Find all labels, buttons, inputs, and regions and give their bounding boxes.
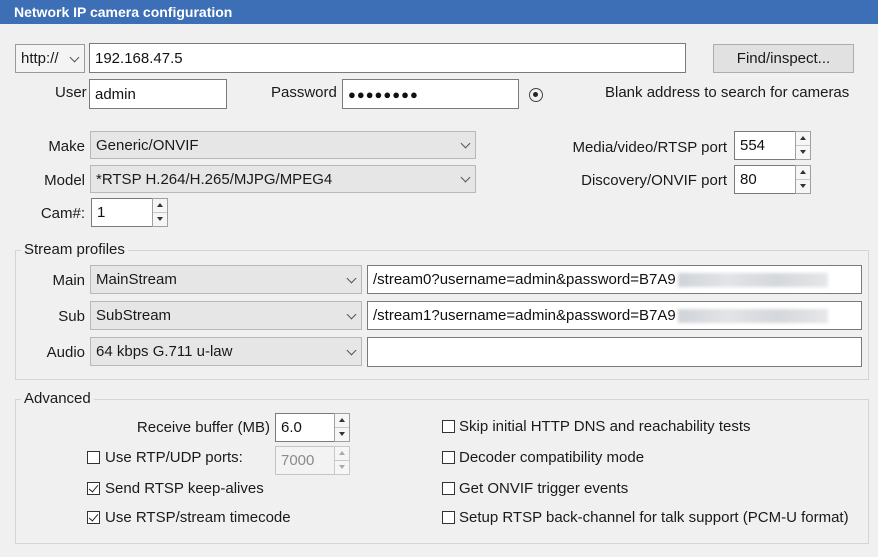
stepper-down-icon[interactable] xyxy=(153,213,167,227)
password-label: Password xyxy=(271,84,337,101)
stepper-down-icon[interactable] xyxy=(335,461,349,475)
protocol-value: http:// xyxy=(21,50,59,67)
skip-http-checkbox[interactable] xyxy=(442,420,455,433)
make-value: Generic/ONVIF xyxy=(96,136,199,154)
advanced-title: Advanced xyxy=(21,390,94,407)
chevron-down-icon xyxy=(346,309,357,319)
redacted-password xyxy=(677,272,828,287)
receive-buffer-input[interactable]: 6.0 xyxy=(275,413,335,442)
stepper-up-icon[interactable] xyxy=(796,132,810,146)
backchannel-label[interactable]: Setup RTSP back-channel for talk support… xyxy=(459,509,849,526)
timecode-label[interactable]: Use RTSP/stream timecode xyxy=(105,509,291,526)
backchannel-checkbox[interactable] xyxy=(442,511,455,524)
timecode-checkbox[interactable] xyxy=(87,511,100,524)
media-port-stepper[interactable] xyxy=(795,131,811,160)
discovery-port-input[interactable]: 80 xyxy=(734,165,796,194)
media-port-input[interactable]: 554 xyxy=(734,131,796,160)
redacted-password xyxy=(677,308,828,323)
model-value: *RTSP H.264/H.265/MJPG/MPEG4 xyxy=(96,170,333,188)
address-input[interactable]: 192.168.47.5 xyxy=(89,43,686,73)
chevron-down-icon xyxy=(346,273,357,283)
make-select[interactable]: Generic/ONVIF xyxy=(90,131,476,159)
decoder-compat-label[interactable]: Decoder compatibility mode xyxy=(459,449,644,466)
sub-profile-select[interactable]: SubStream xyxy=(90,301,362,330)
main-label: Main xyxy=(52,272,85,289)
chevron-down-icon xyxy=(460,172,471,183)
keepalive-label[interactable]: Send RTSP keep-alives xyxy=(105,480,264,497)
skip-http-label[interactable]: Skip initial HTTP DNS and reachability t… xyxy=(459,418,751,435)
model-select[interactable]: *RTSP H.264/H.265/MJPG/MPEG4 xyxy=(90,165,476,193)
keepalive-checkbox[interactable] xyxy=(87,482,100,495)
audio-path-input[interactable] xyxy=(367,337,862,367)
stream-profiles-title: Stream profiles xyxy=(21,241,128,258)
main-stream-path-input[interactable]: /stream0?username=admin&password=B7A9 xyxy=(367,265,862,294)
media-port-label: Media/video/RTSP port xyxy=(572,139,727,156)
main-profile-select[interactable]: MainStream xyxy=(90,265,362,294)
cam-number-stepper[interactable] xyxy=(152,198,168,227)
stepper-up-icon[interactable] xyxy=(796,166,810,180)
chevron-down-icon xyxy=(346,345,357,355)
stepper-up-icon[interactable] xyxy=(335,447,349,461)
sub-stream-path-input[interactable]: /stream1?username=admin&password=B7A9 xyxy=(367,301,862,330)
sub-profile-value: SubStream xyxy=(96,307,172,324)
discovery-port-stepper[interactable] xyxy=(795,165,811,194)
sub-label: Sub xyxy=(58,308,85,325)
onvif-events-label[interactable]: Get ONVIF trigger events xyxy=(459,480,628,497)
rtp-udp-checkbox[interactable] xyxy=(87,451,100,464)
decoder-compat-checkbox[interactable] xyxy=(442,451,455,464)
rtp-udp-label[interactable]: Use RTP/UDP ports: xyxy=(105,449,243,466)
user-label: User xyxy=(55,84,87,101)
cam-number-label: Cam#: xyxy=(40,205,85,222)
stepper-up-icon[interactable] xyxy=(153,199,167,213)
show-password-icon[interactable] xyxy=(529,88,543,102)
model-label: Model xyxy=(44,172,85,189)
user-input[interactable]: admin xyxy=(89,79,227,109)
protocol-select[interactable]: http:// xyxy=(15,44,85,73)
search-hint: Blank address to search for cameras xyxy=(605,84,850,101)
main-profile-value: MainStream xyxy=(96,271,177,288)
sub-stream-path: /stream1?username=admin&password=B7A9 xyxy=(373,307,676,324)
onvif-events-checkbox[interactable] xyxy=(442,482,455,495)
audio-value: 64 kbps G.711 u-law xyxy=(96,343,233,360)
receive-buffer-label: Receive buffer (MB) xyxy=(136,419,270,436)
rtp-udp-port-stepper[interactable] xyxy=(334,446,350,475)
password-input[interactable]: ●●●●●●●● xyxy=(342,79,519,109)
stepper-up-icon[interactable] xyxy=(335,414,349,428)
chevron-down-icon xyxy=(460,138,471,149)
main-stream-path: /stream0?username=admin&password=B7A9 xyxy=(373,271,676,288)
make-label: Make xyxy=(48,138,85,155)
rtp-udp-port-input[interactable]: 7000 xyxy=(275,446,335,475)
audio-label: Audio xyxy=(46,344,85,361)
find-inspect-button[interactable]: Find/inspect... xyxy=(713,44,854,73)
audio-select[interactable]: 64 kbps G.711 u-law xyxy=(90,337,362,366)
stepper-down-icon[interactable] xyxy=(796,180,810,194)
discovery-port-label: Discovery/ONVIF port xyxy=(581,172,727,189)
receive-buffer-stepper[interactable] xyxy=(334,413,350,442)
chevron-down-icon xyxy=(69,52,80,62)
stepper-down-icon[interactable] xyxy=(796,146,810,160)
stepper-down-icon[interactable] xyxy=(335,428,349,442)
window-title: Network IP camera configuration xyxy=(0,0,878,24)
cam-number-input[interactable]: 1 xyxy=(91,198,153,227)
